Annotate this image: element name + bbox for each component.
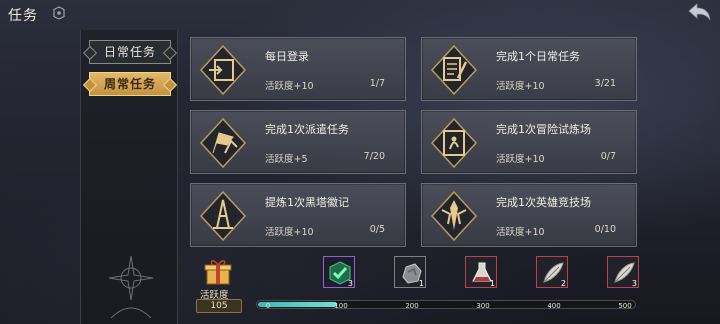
task-progress: 7/20 xyxy=(363,151,385,162)
reward-count: 2 xyxy=(560,279,566,288)
tab-daily-tasks[interactable]: 日常任务 xyxy=(89,40,171,64)
dispatch-flags-icon xyxy=(199,117,247,169)
reward-count: 1 xyxy=(418,279,424,288)
task-name: 每日登录 xyxy=(265,50,309,63)
task-card[interactable]: 完成1个日常任务 活跃度+10 3/21 xyxy=(421,37,637,101)
milestone-reward-400[interactable]: 2 xyxy=(536,256,568,288)
task-reward: 活跃度+10 xyxy=(265,81,314,92)
task-reward: 活跃度+10 xyxy=(265,227,314,238)
task-card[interactable]: 提炼1次黑塔徽记 活跃度+10 0/5 xyxy=(190,183,406,247)
milestone-reward-500[interactable]: 3 xyxy=(607,256,639,288)
back-arrow-icon[interactable] xyxy=(686,2,712,24)
milestone-label: 400 xyxy=(547,302,561,310)
task-reward: 活跃度+10 xyxy=(496,81,545,92)
task-card[interactable]: 完成1次派遣任务 活跃度+5 7/20 xyxy=(190,110,406,174)
milestone-label: 500 xyxy=(618,302,632,310)
task-progress: 0/7 xyxy=(600,151,616,162)
task-name: 完成1次英雄竞技场 xyxy=(496,196,591,209)
page-title: 任务 xyxy=(8,8,38,24)
task-progress: 0/5 xyxy=(369,224,385,235)
task-progress: 1/7 xyxy=(369,78,385,89)
reward-count: 3 xyxy=(631,279,637,288)
milestone-reward-300[interactable]: 1 xyxy=(465,256,497,288)
black-tower-icon xyxy=(199,190,247,242)
hero-arena-icon xyxy=(430,190,478,242)
reward-count: 1 xyxy=(489,279,495,288)
star-ornament-icon xyxy=(108,255,154,318)
gift-box-icon xyxy=(204,260,232,285)
task-card[interactable]: 每日登录 活跃度+10 1/7 xyxy=(190,37,406,101)
tab-weekly-tasks[interactable]: 周常任务 xyxy=(89,72,171,96)
milestone-label: 100 xyxy=(334,302,348,310)
milestone-reward-100[interactable]: 3 xyxy=(323,256,355,288)
task-reward: 活跃度+5 xyxy=(265,154,308,165)
milestone-label: 300 xyxy=(476,302,490,310)
trial-portal-icon xyxy=(430,117,478,169)
milestone-label: 0 xyxy=(265,302,271,310)
quest-scroll-icon xyxy=(430,44,478,96)
milestone-label: 200 xyxy=(405,302,419,310)
door-exit-icon xyxy=(199,44,247,96)
activity-value: 105 xyxy=(196,299,242,313)
task-name: 提炼1次黑塔徽记 xyxy=(265,196,349,209)
reward-count: 3 xyxy=(347,279,353,288)
task-name: 完成1次派遣任务 xyxy=(265,123,349,136)
task-category-sidebar: 日常任务 周常任务 xyxy=(80,30,178,324)
task-card[interactable]: 完成1次冒险试炼场 活跃度+10 0/7 xyxy=(421,110,637,174)
task-progress: 3/21 xyxy=(594,78,616,89)
task-progress: 0/10 xyxy=(594,224,616,235)
activity-progress-bar xyxy=(256,300,636,309)
task-card[interactable]: 完成1次英雄竞技场 活跃度+10 0/10 xyxy=(421,183,637,247)
help-icon[interactable] xyxy=(52,6,66,20)
task-reward: 活跃度+10 xyxy=(496,227,545,238)
task-name: 完成1个日常任务 xyxy=(496,50,580,63)
top-bar: 任务 xyxy=(0,0,720,28)
milestone-reward-200[interactable]: 1 xyxy=(394,256,426,288)
task-reward: 活跃度+10 xyxy=(496,154,545,165)
task-name: 完成1次冒险试炼场 xyxy=(496,123,591,136)
